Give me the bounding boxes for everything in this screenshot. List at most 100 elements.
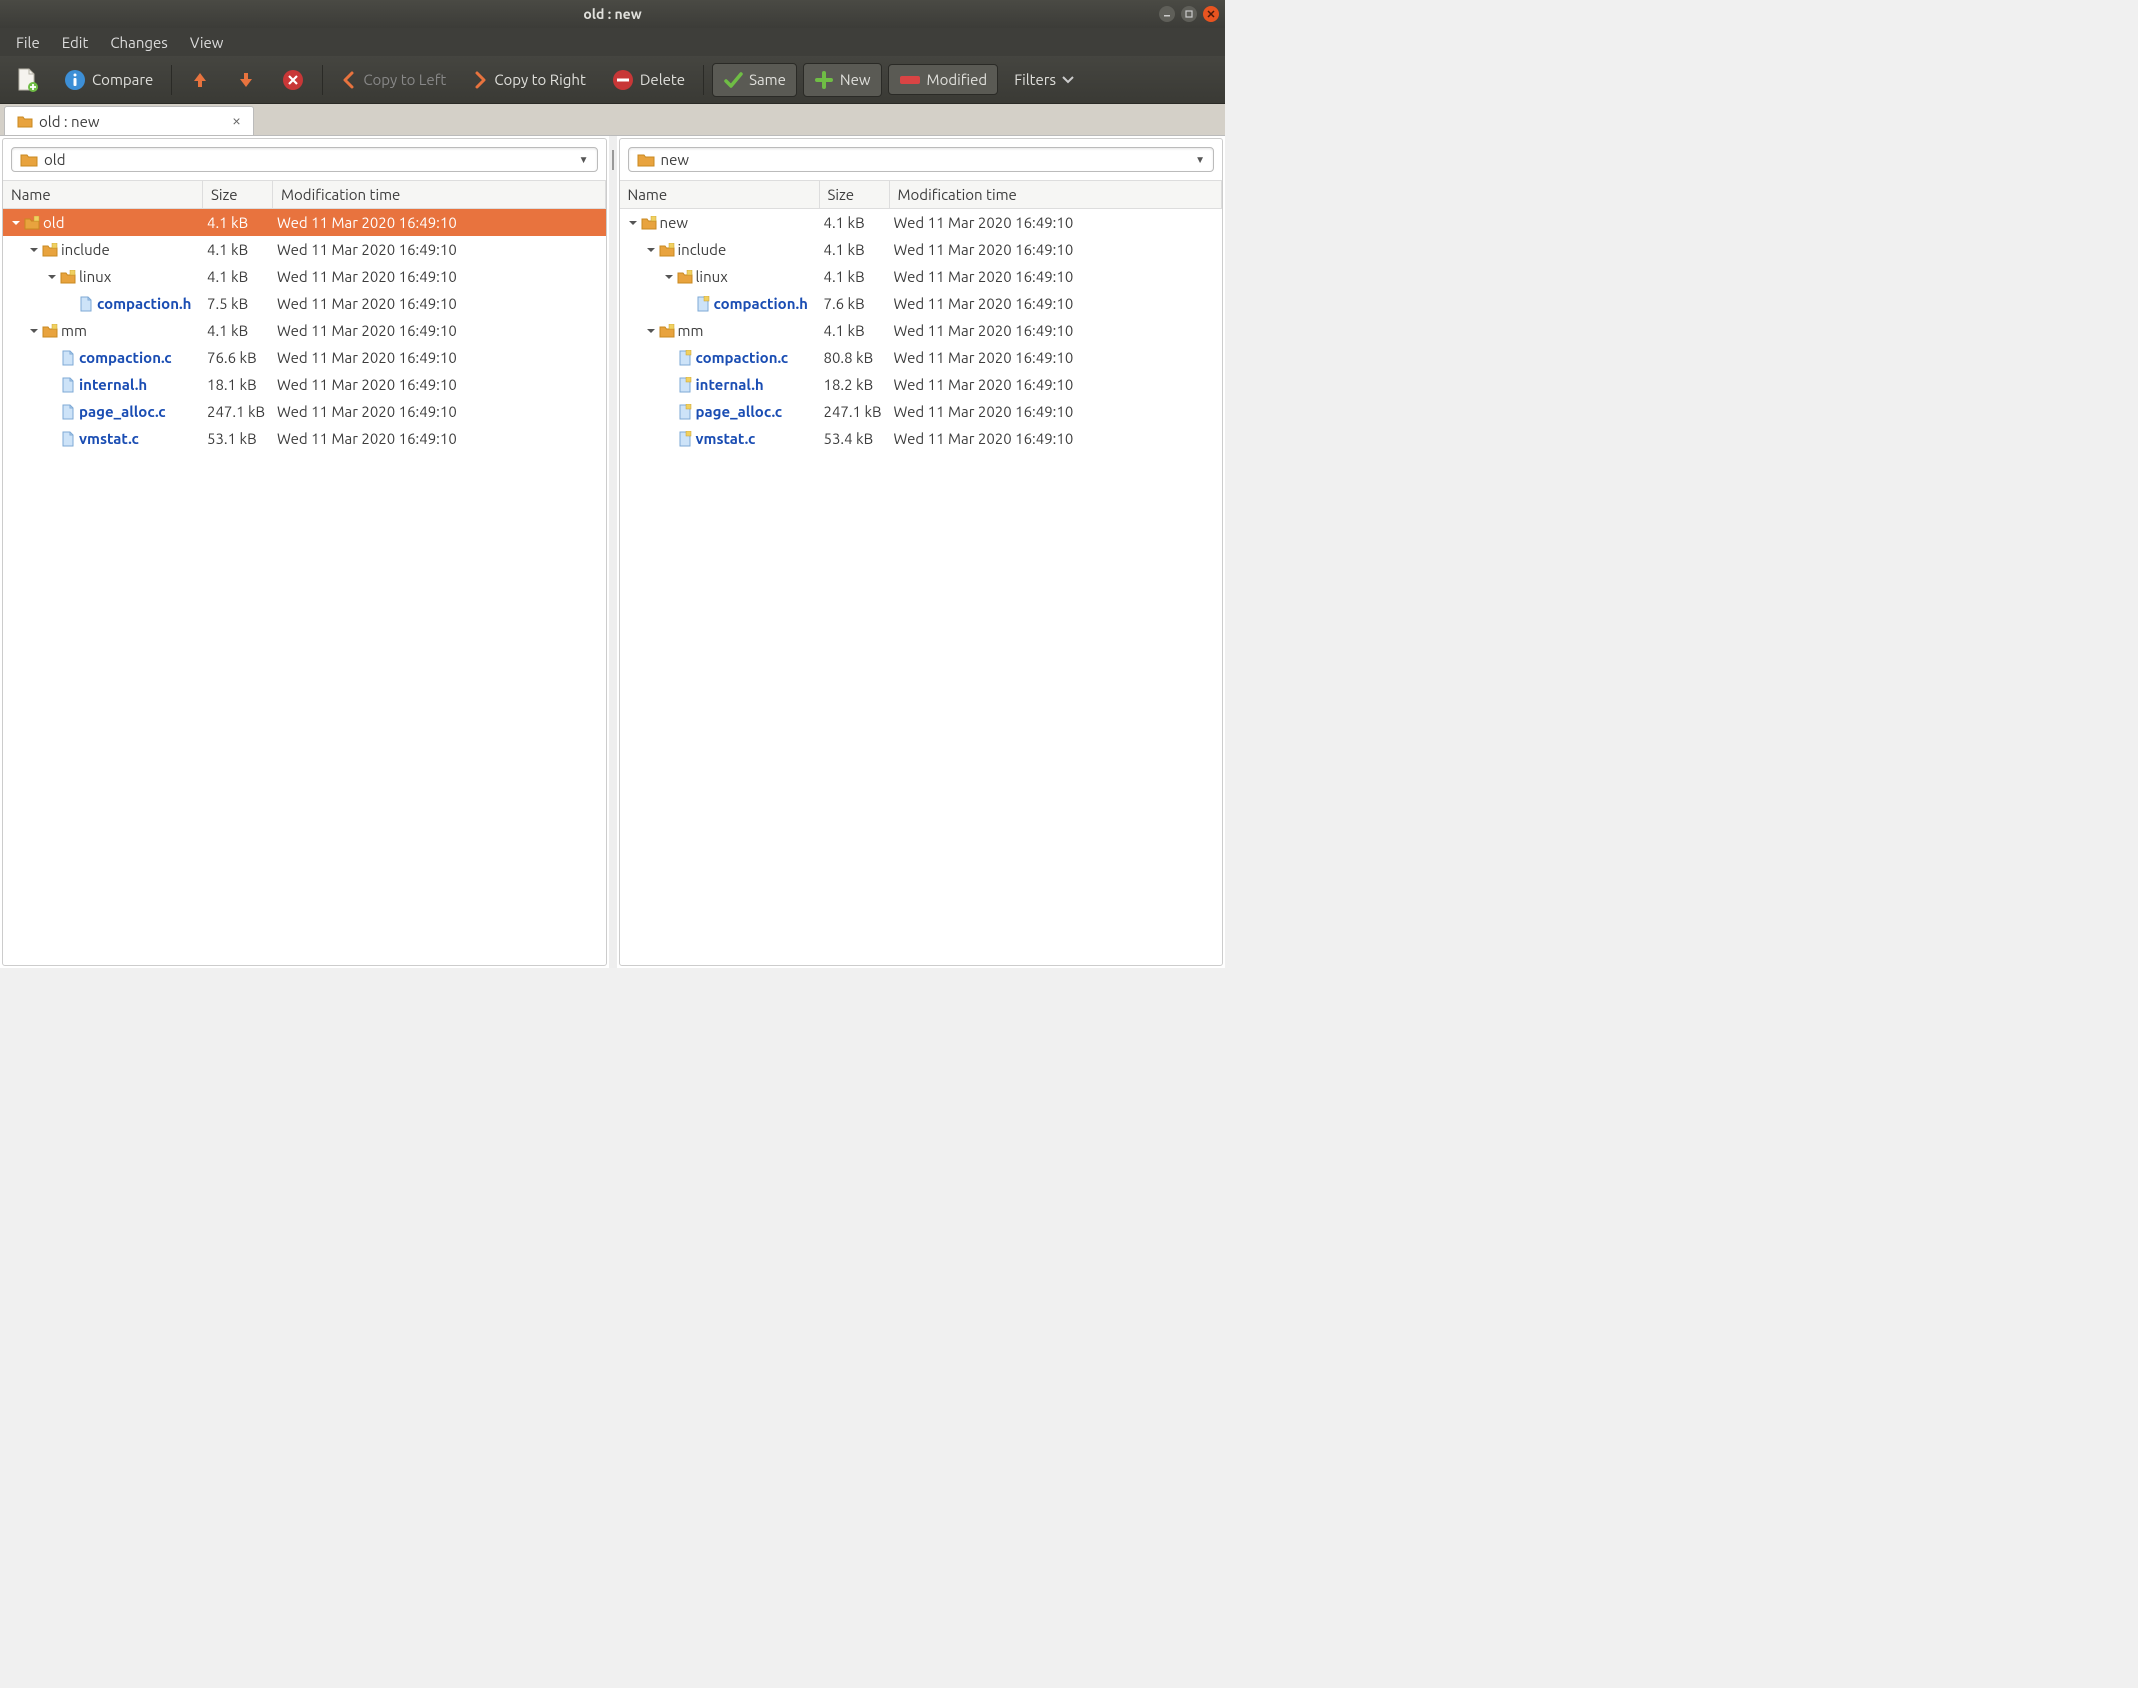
tab-bar: old : new × bbox=[0, 104, 1225, 136]
left-tree-body[interactable]: old4.1 kBWed 11 Mar 2020 16:49:10include… bbox=[3, 209, 606, 965]
cell-size: 4.1 kB bbox=[820, 322, 890, 339]
left-path-row: old ▼ bbox=[3, 139, 606, 180]
copy-to-left-button[interactable]: Copy to Left bbox=[331, 64, 456, 96]
tree-row[interactable]: page_alloc.c247.1 kBWed 11 Mar 2020 16:4… bbox=[3, 398, 606, 425]
menu-changes[interactable]: Changes bbox=[100, 30, 177, 55]
cell-size: 53.1 kB bbox=[203, 430, 273, 447]
column-header-name[interactable]: Name bbox=[620, 181, 820, 208]
node-name: internal.h bbox=[696, 376, 764, 393]
tree-row[interactable]: vmstat.c 53.4 kBWed 11 Mar 2020 16:49:10 bbox=[620, 425, 1223, 452]
expander-toggle[interactable] bbox=[644, 326, 658, 336]
tab-comparison[interactable]: old : new × bbox=[4, 106, 254, 135]
tree-row[interactable]: compaction.c76.6 kBWed 11 Mar 2020 16:49… bbox=[3, 344, 606, 371]
cell-mod: Wed 11 Mar 2020 16:49:10 bbox=[273, 349, 606, 366]
tree-row[interactable]: compaction.h7.6 kBWed 11 Mar 2020 16:49:… bbox=[620, 290, 1223, 317]
cell-mod: Wed 11 Mar 2020 16:49:10 bbox=[890, 430, 1223, 447]
arrow-down-icon bbox=[236, 70, 256, 90]
window-controls bbox=[1159, 6, 1219, 22]
expander-toggle[interactable] bbox=[27, 245, 41, 255]
cell-name: include bbox=[3, 241, 203, 258]
column-header-name[interactable]: Name bbox=[3, 181, 203, 208]
filters-button[interactable]: Filters bbox=[1004, 65, 1084, 94]
minimize-button[interactable] bbox=[1159, 6, 1175, 22]
tree-row[interactable]: compaction.c80.8 kBWed 11 Mar 2020 16:49… bbox=[620, 344, 1223, 371]
column-header-size[interactable]: Size bbox=[203, 181, 273, 208]
menu-view[interactable]: View bbox=[180, 30, 234, 55]
delete-label: Delete bbox=[640, 71, 685, 88]
tree-row[interactable]: old4.1 kBWed 11 Mar 2020 16:49:10 bbox=[3, 209, 606, 236]
cell-mod: Wed 11 Mar 2020 16:49:10 bbox=[273, 295, 606, 312]
stop-button[interactable] bbox=[272, 63, 314, 97]
compare-label: Compare bbox=[92, 71, 153, 88]
tree-row[interactable]: internal.h18.2 kBWed 11 Mar 2020 16:49:1… bbox=[620, 371, 1223, 398]
copy-to-right-button[interactable]: Copy to Right bbox=[462, 64, 596, 96]
new-filter-button[interactable]: New bbox=[803, 63, 882, 97]
cell-size: 53.4 kB bbox=[820, 430, 890, 447]
column-header-size[interactable]: Size bbox=[820, 181, 890, 208]
close-button[interactable] bbox=[1203, 6, 1219, 22]
tree-row[interactable]: mm4.1 kBWed 11 Mar 2020 16:49:10 bbox=[620, 317, 1223, 344]
same-filter-button[interactable]: Same bbox=[712, 63, 797, 97]
left-tree-header: Name Size Modification time bbox=[3, 180, 606, 209]
new-comparison-button[interactable] bbox=[6, 61, 48, 99]
tab-close-button[interactable]: × bbox=[232, 112, 241, 130]
tree-row[interactable]: linux4.1 kBWed 11 Mar 2020 16:49:10 bbox=[620, 263, 1223, 290]
tree-row[interactable]: mm4.1 kBWed 11 Mar 2020 16:49:10 bbox=[3, 317, 606, 344]
expander-toggle[interactable] bbox=[45, 272, 59, 282]
menu-file[interactable]: File bbox=[6, 30, 50, 55]
folder-icon bbox=[658, 242, 676, 258]
delete-button[interactable]: Delete bbox=[602, 63, 695, 97]
menu-edit[interactable]: Edit bbox=[52, 30, 99, 55]
expander-toggle[interactable] bbox=[644, 245, 658, 255]
tree-row[interactable]: include4.1 kBWed 11 Mar 2020 16:49:10 bbox=[3, 236, 606, 263]
cell-name: vmstat.c bbox=[620, 430, 820, 447]
folder-icon bbox=[23, 215, 41, 231]
expander-toggle[interactable] bbox=[662, 272, 676, 282]
toolbar: Compare Copy to Left Copy to Right Delet… bbox=[0, 56, 1225, 104]
splitter[interactable] bbox=[609, 136, 617, 968]
push-left-button[interactable] bbox=[180, 64, 220, 96]
tree-row[interactable]: internal.h18.1 kBWed 11 Mar 2020 16:49:1… bbox=[3, 371, 606, 398]
node-name: vmstat.c bbox=[696, 430, 756, 447]
cell-mod: Wed 11 Mar 2020 16:49:10 bbox=[890, 376, 1223, 393]
cell-mod: Wed 11 Mar 2020 16:49:10 bbox=[890, 268, 1223, 285]
node-name: include bbox=[61, 241, 110, 258]
tree-row[interactable]: page_alloc.c247.1 kBWed 11 Mar 2020 16:4… bbox=[620, 398, 1223, 425]
expander-toggle[interactable] bbox=[27, 326, 41, 336]
expander-toggle[interactable] bbox=[626, 218, 640, 228]
folder-icon bbox=[41, 242, 59, 258]
modified-filter-button[interactable]: Modified bbox=[888, 64, 999, 95]
right-path-combo[interactable]: new ▼ bbox=[628, 147, 1215, 172]
modified-label: Modified bbox=[927, 71, 988, 88]
tree-row[interactable]: vmstat.c53.1 kBWed 11 Mar 2020 16:49:10 bbox=[3, 425, 606, 452]
chevron-down-icon bbox=[1062, 76, 1074, 84]
left-path-combo[interactable]: old ▼ bbox=[11, 147, 598, 172]
cell-name: page_alloc.c bbox=[620, 403, 820, 420]
expander-toggle[interactable] bbox=[9, 218, 23, 228]
folder-icon bbox=[676, 269, 694, 285]
column-header-mod[interactable]: Modification time bbox=[273, 181, 606, 208]
right-tree-header: Name Size Modification time bbox=[620, 180, 1223, 209]
right-tree-body[interactable]: new4.1 kBWed 11 Mar 2020 16:49:10include… bbox=[620, 209, 1223, 965]
node-name: new bbox=[660, 214, 689, 231]
column-header-mod[interactable]: Modification time bbox=[890, 181, 1223, 208]
right-path-row: new ▼ bbox=[620, 139, 1223, 180]
copy-to-right-label: Copy to Right bbox=[494, 71, 586, 88]
cell-size: 4.1 kB bbox=[820, 241, 890, 258]
folder-icon bbox=[637, 152, 655, 167]
maximize-button[interactable] bbox=[1181, 6, 1197, 22]
cell-size: 4.1 kB bbox=[820, 268, 890, 285]
push-right-button[interactable] bbox=[226, 64, 266, 96]
cell-size: 7.6 kB bbox=[820, 295, 890, 312]
tree-row[interactable]: compaction.h7.5 kBWed 11 Mar 2020 16:49:… bbox=[3, 290, 606, 317]
tree-row[interactable]: linux4.1 kBWed 11 Mar 2020 16:49:10 bbox=[3, 263, 606, 290]
file-icon bbox=[676, 377, 694, 393]
node-name: compaction.h bbox=[714, 295, 808, 312]
compare-button[interactable]: Compare bbox=[54, 63, 163, 97]
tree-row[interactable]: include4.1 kBWed 11 Mar 2020 16:49:10 bbox=[620, 236, 1223, 263]
node-name: page_alloc.c bbox=[79, 403, 166, 420]
tree-row[interactable]: new4.1 kBWed 11 Mar 2020 16:49:10 bbox=[620, 209, 1223, 236]
toolbar-separator bbox=[322, 65, 323, 95]
menu-bar: File Edit Changes View bbox=[0, 28, 1225, 56]
maximize-icon bbox=[1185, 10, 1193, 18]
